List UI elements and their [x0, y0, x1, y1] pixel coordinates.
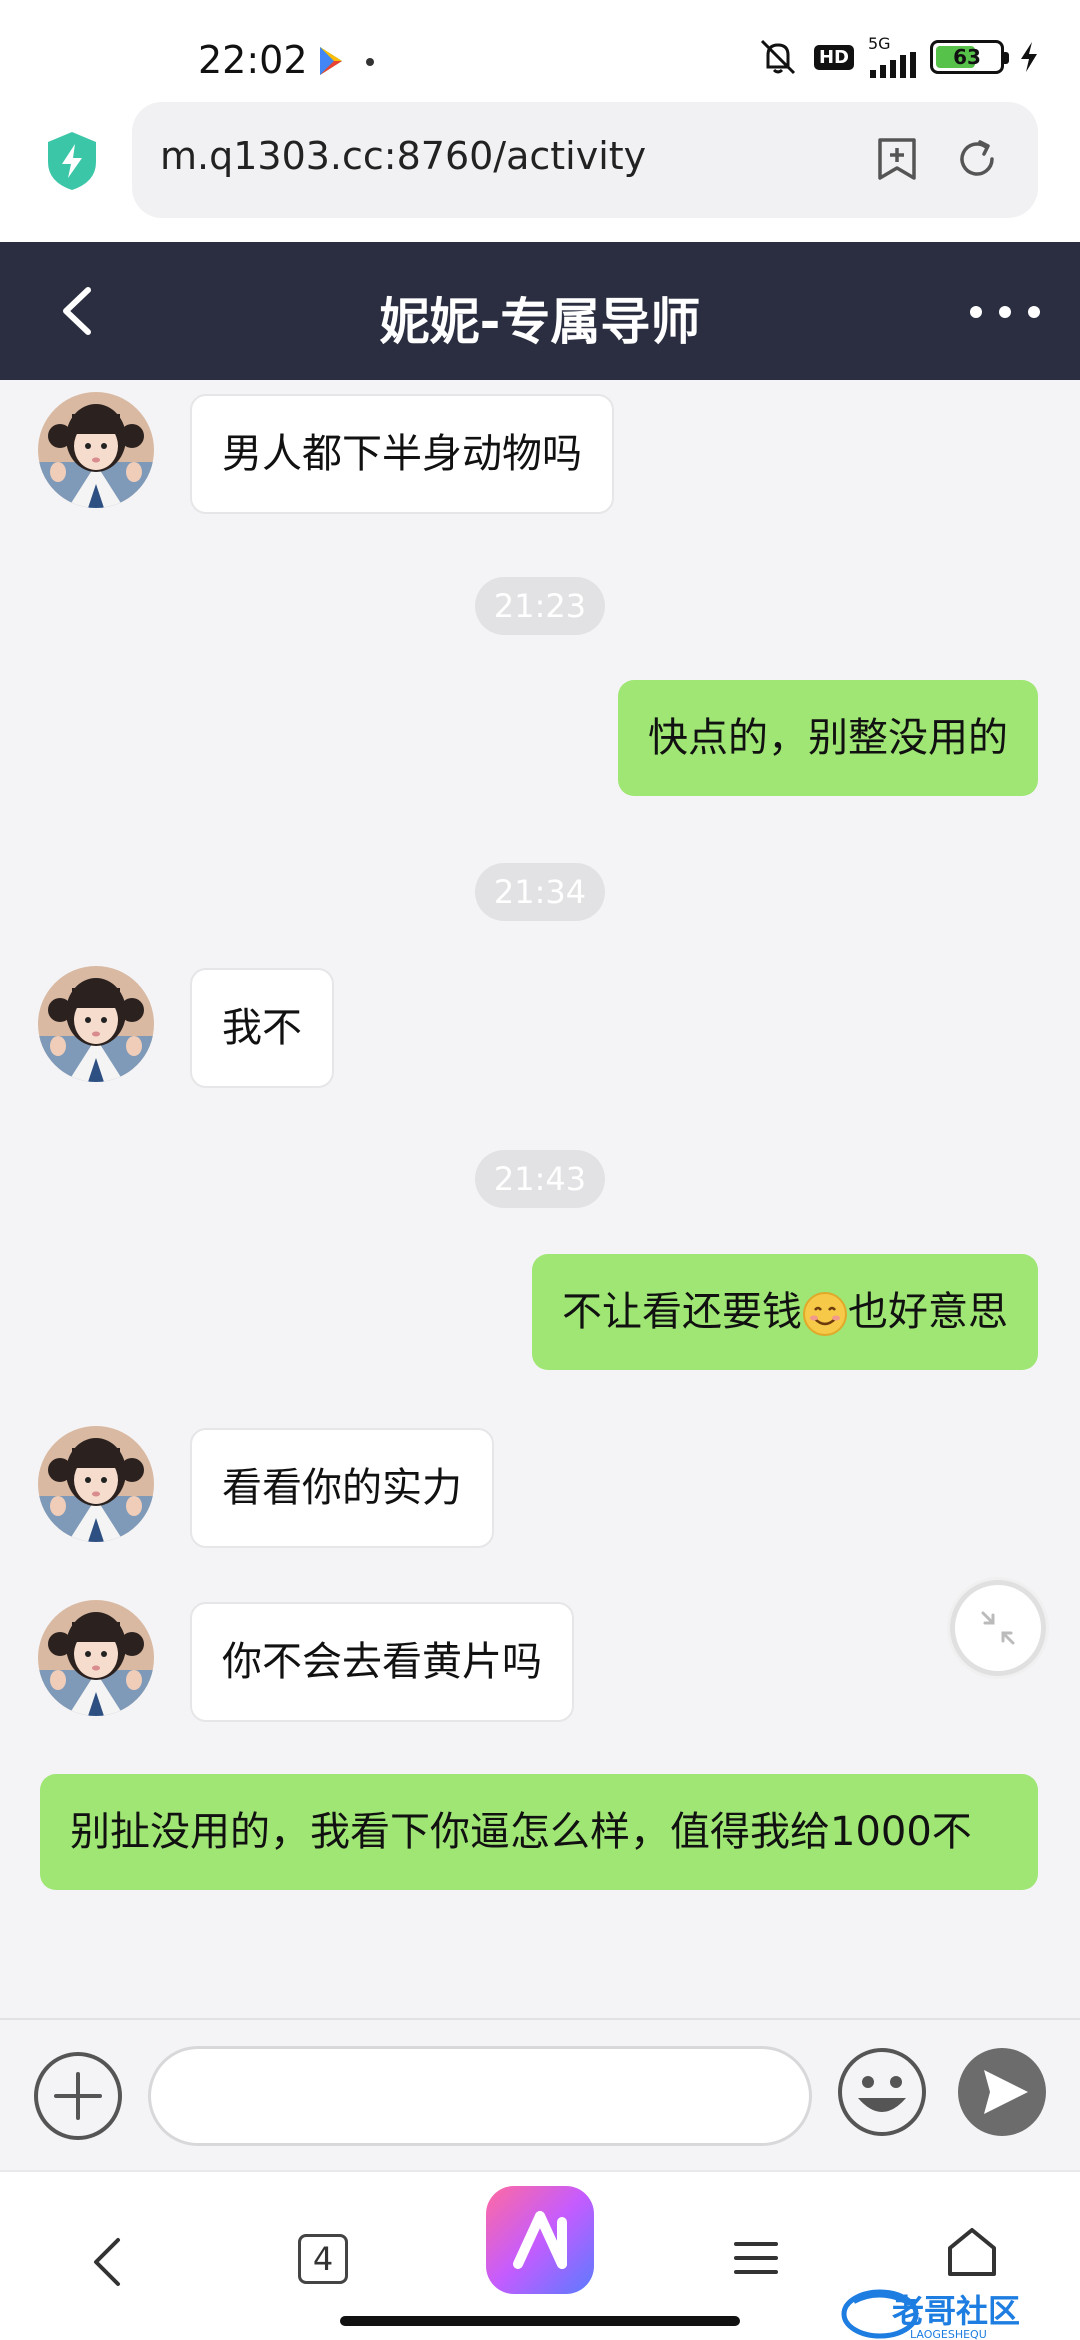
- browser-bottom-nav: 4 老哥社区 LAOGESHEQU: [0, 2170, 1080, 2340]
- received-message[interactable]: 男人都下半身动物吗: [190, 394, 614, 514]
- timestamp: 21:34: [475, 863, 605, 921]
- refresh-icon[interactable]: [954, 136, 1000, 182]
- message-text: 不让看还要钱: [562, 1289, 802, 1335]
- home-button[interactable]: [944, 2224, 1000, 2280]
- browser-logo-icon: [513, 2211, 567, 2269]
- browser-app-button[interactable]: [486, 2186, 594, 2294]
- chat-header: 妮妮-专属导师: [0, 242, 1080, 380]
- svg-text:老哥社区: 老哥社区: [892, 2292, 1020, 2330]
- mute-icon: [760, 39, 796, 75]
- timestamp: 21:23: [475, 577, 605, 635]
- status-bar: 22:02 HD 5G 63: [0, 0, 1080, 100]
- collapse-arrows-icon: [981, 1611, 1015, 1645]
- svg-text:LAOGESHEQU: LAOGESHEQU: [910, 2328, 987, 2340]
- smiling-face-emoji-icon: [803, 1292, 847, 1336]
- network-type: 5G: [868, 34, 891, 53]
- hd-badge: HD: [813, 44, 854, 70]
- browser-address-area: m.q1303.cc:8760/activity: [0, 100, 1080, 242]
- signal-icon: [870, 52, 916, 78]
- more-dot: [1028, 306, 1040, 318]
- tabs-button[interactable]: 4: [298, 2234, 348, 2284]
- message-input[interactable]: [148, 2046, 812, 2146]
- browser-back-button[interactable]: [86, 2234, 130, 2290]
- send-button[interactable]: [956, 2046, 1048, 2138]
- play-store-icon: [320, 47, 342, 75]
- emoji-picker-button[interactable]: [836, 2046, 928, 2138]
- charging-icon: [1021, 42, 1037, 72]
- battery-icon: 63: [930, 40, 1009, 74]
- more-dot: [970, 306, 982, 318]
- message-input-bar: [0, 2018, 1080, 2170]
- sent-message[interactable]: 不让看还要钱 也好意思: [532, 1254, 1038, 1370]
- add-attachment-button[interactable]: [32, 2050, 124, 2142]
- message-text: 也好意思: [848, 1289, 1008, 1335]
- security-shield-icon[interactable]: [44, 130, 100, 192]
- address-bar[interactable]: m.q1303.cc:8760/activity: [132, 102, 1038, 218]
- watermark-logo: 老哥社区 LAOGESHEQU: [840, 2284, 1070, 2340]
- menu-button[interactable]: [732, 2234, 780, 2282]
- more-options-button[interactable]: [970, 292, 1040, 332]
- chat-title: 妮妮-专属导师: [379, 293, 701, 351]
- sent-message[interactable]: 快点的，别整没用的: [618, 680, 1038, 796]
- home-indicator: [340, 2316, 740, 2326]
- minimize-float-button[interactable]: [950, 1580, 1046, 1676]
- battery-level: 63: [953, 45, 981, 69]
- url-text[interactable]: m.q1303.cc:8760/activity: [160, 134, 646, 178]
- received-message[interactable]: 看看你的实力: [190, 1428, 494, 1548]
- received-message[interactable]: 我不: [190, 968, 334, 1088]
- status-icons: HD 5G 63: [756, 36, 1040, 78]
- more-dot: [999, 306, 1011, 318]
- timestamp: 21:43: [475, 1150, 605, 1208]
- notification-dot: [366, 58, 374, 66]
- received-message[interactable]: 你不会去看黄片吗: [190, 1602, 574, 1722]
- contact-avatar[interactable]: [38, 1426, 154, 1542]
- contact-avatar[interactable]: [38, 1600, 154, 1716]
- status-time: 22:02: [198, 38, 308, 82]
- sent-message[interactable]: 别扯没用的，我看下你逼怎么样，值得我给1000不: [40, 1774, 1038, 1890]
- add-bookmark-icon[interactable]: [874, 136, 920, 182]
- contact-avatar[interactable]: [38, 966, 154, 1082]
- contact-avatar[interactable]: [38, 392, 154, 508]
